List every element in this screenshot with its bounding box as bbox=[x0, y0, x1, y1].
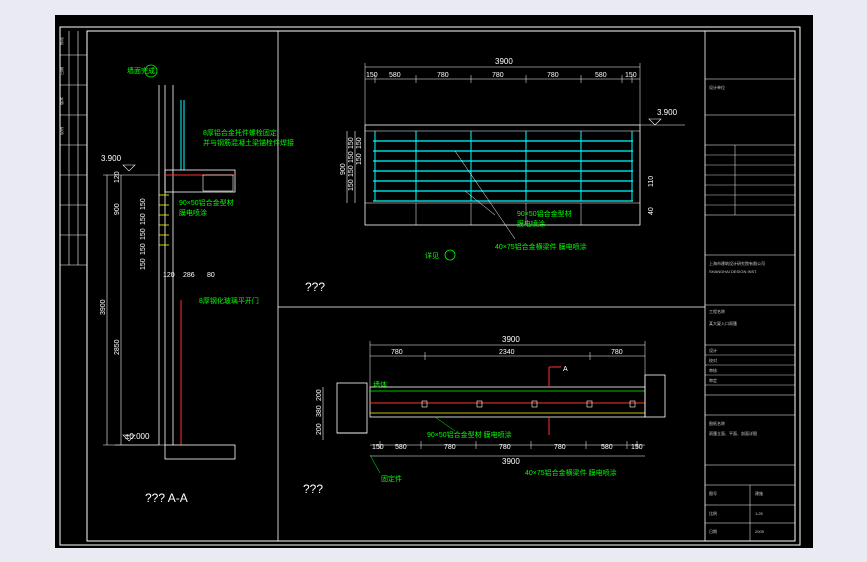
plan-cut-mark: A bbox=[563, 366, 568, 373]
plan-dim-bottom-6: 150 bbox=[631, 444, 643, 451]
elev-dim-top-5: 580 bbox=[595, 72, 607, 79]
tb-row-13: 日期 bbox=[709, 528, 717, 534]
section-note-3: 膜电喷涂 bbox=[179, 208, 207, 217]
tb-row-9: 审核 bbox=[709, 367, 717, 373]
elevation-note-0: 90×50铝合金型材 bbox=[517, 209, 572, 218]
tb-row-6: 雨篷立面、平面、剖面详图 bbox=[709, 430, 757, 436]
section-dim-7: 150 bbox=[140, 243, 147, 255]
strip-label-2: 版本 bbox=[58, 97, 64, 105]
plan-dim-bottom-5: 580 bbox=[601, 444, 613, 451]
tb-row-7: 设计 bbox=[709, 347, 717, 353]
strip-label-1: 日期 bbox=[58, 67, 64, 75]
tb-row-3: 工程名称 bbox=[709, 308, 725, 314]
elev-dim-top-4: 780 bbox=[547, 72, 559, 79]
section-view[interactable]: 3.900 ±0.000 3900 2850 900 120 150 150 1… bbox=[100, 64, 294, 505]
cad-drawing-canvas[interactable]: 修改 日期 版本 说明 3.900 ±0.000 3900 2850 900 1… bbox=[55, 15, 813, 548]
plan-note-2: 墙体 bbox=[373, 380, 387, 389]
section-level-bottom: ±0.000 bbox=[125, 432, 150, 441]
section-dim-bottom-1: 286 bbox=[183, 272, 195, 279]
title-block: 设计单位 上海市建筑设计研究院有限公司 SHANGHAI DESIGN INST… bbox=[704, 30, 796, 542]
tb-value-0: 建施 bbox=[755, 490, 763, 496]
elev-dim-left-5: 150 bbox=[356, 137, 363, 149]
tb-value-1: 1:25 bbox=[755, 511, 764, 516]
plan-dim-top-0: 780 bbox=[391, 349, 403, 356]
plan-dim-top-2: 780 bbox=[611, 349, 623, 356]
elevation-title: ??? bbox=[305, 280, 325, 294]
elevation-note-1: 膜电喷涂 bbox=[517, 219, 545, 228]
section-dim-bottom-2: 80 bbox=[207, 272, 215, 279]
tb-row-4: 某大厦入口雨篷 bbox=[709, 320, 737, 326]
plan-dim-bottom-3: 780 bbox=[499, 444, 511, 451]
elev-dim-top-2: 780 bbox=[437, 72, 449, 79]
elev-dim-right-1: 40 bbox=[648, 207, 655, 215]
plan-dim-bottom-1: 580 bbox=[395, 444, 407, 451]
tb-row-5: 图纸名称 bbox=[709, 420, 725, 426]
section-note-1: 并与钢筋混凝土梁锚栓件焊接 bbox=[203, 138, 294, 147]
plan-note-3: 固定件 bbox=[381, 474, 402, 483]
outer-frame bbox=[59, 26, 801, 546]
elevation-note-2: 40×75铝合金横梁件 膜电喷涂 bbox=[495, 242, 587, 251]
tb-row-0: 设计单位 bbox=[709, 84, 725, 90]
strip-label-0: 修改 bbox=[58, 37, 64, 45]
drawing-sheet: 修改 日期 版本 说明 3.900 ±0.000 3900 2850 900 1… bbox=[55, 15, 813, 548]
tb-value-2: 2009 bbox=[755, 529, 765, 534]
section-dim-6: 150 bbox=[140, 228, 147, 240]
plan-total-bottom: 3900 bbox=[502, 457, 520, 466]
section-title: ??? A-A bbox=[145, 491, 188, 505]
section-dim-8: 150 bbox=[140, 258, 147, 270]
elev-dim-right-0: 110 bbox=[648, 176, 655, 187]
elevation-total: 3900 bbox=[495, 57, 513, 66]
elev-dim-top-0: 150 bbox=[366, 72, 378, 79]
section-level-top: 3.900 bbox=[101, 154, 122, 163]
elevation-level: 3.900 bbox=[657, 108, 678, 117]
plan-note-0: 90×50铝合金型材 膜电喷涂 bbox=[427, 430, 512, 439]
section-note-0: 8厚铝合金托件螺栓固定 bbox=[203, 128, 277, 137]
elev-dim-left-0: 900 bbox=[340, 163, 347, 175]
plan-note-1: 40×75铝合金横梁件 膜电喷涂 bbox=[525, 468, 617, 477]
section-dim-3: 120 bbox=[114, 171, 121, 183]
section-dim-0: 3900 bbox=[100, 299, 107, 315]
plan-dim-left-1: 380 bbox=[316, 405, 323, 417]
elev-dim-top-3: 780 bbox=[492, 72, 504, 79]
revision-strip: 修改 日期 版本 说明 bbox=[58, 31, 87, 266]
plan-dim-bottom-4: 780 bbox=[554, 444, 566, 451]
elev-dim-left-2: 150 bbox=[348, 151, 355, 163]
section-dim-bottom-0: 120 bbox=[163, 272, 175, 279]
tb-row-11: 图号 bbox=[709, 490, 717, 496]
section-dim-1: 2850 bbox=[114, 339, 121, 355]
elev-dim-top-1: 580 bbox=[389, 72, 401, 79]
plan-dim-bottom-0: 150 bbox=[372, 444, 384, 451]
inner-frame bbox=[86, 30, 796, 542]
elev-dim-left-6: 150 bbox=[356, 153, 363, 165]
plan-dim-left-0: 200 bbox=[316, 389, 323, 401]
tb-row-8: 校对 bbox=[709, 357, 717, 363]
elevation-view[interactable]: 3900 3.900 150 580 780 780 780 580 150 9… bbox=[305, 57, 685, 294]
section-dim-2: 900 bbox=[114, 203, 121, 215]
plan-dim-left-2: 200 bbox=[316, 423, 323, 435]
elev-dim-left-1: 150 bbox=[348, 137, 355, 149]
elev-dim-left-4: 150 bbox=[348, 179, 355, 191]
plan-view[interactable]: 3900 780 2340 780 150 580 780 780 780 58… bbox=[303, 335, 666, 496]
plan-dim-top-1: 2340 bbox=[499, 349, 515, 356]
section-note-5: 墙面完成 bbox=[127, 66, 155, 75]
elev-dim-left-3: 150 bbox=[348, 165, 355, 177]
section-dim-4: 150 bbox=[140, 198, 147, 210]
section-note-2: 90×50铝合金型材 bbox=[179, 198, 234, 207]
section-dim-5: 150 bbox=[140, 213, 147, 225]
plan-title: ??? bbox=[303, 482, 323, 496]
plan-total-top: 3900 bbox=[502, 335, 520, 344]
tb-row-10: 审定 bbox=[709, 377, 717, 383]
tb-row-12: 比例 bbox=[709, 510, 717, 516]
plan-dim-bottom-2: 780 bbox=[444, 444, 456, 451]
elev-dim-top-6: 150 bbox=[625, 72, 637, 79]
strip-label-3: 说明 bbox=[58, 127, 64, 135]
tb-row-2: SHANGHAI DESIGN INST. bbox=[709, 269, 757, 274]
section-note-4: 8厚钢化玻璃平开门 bbox=[199, 296, 259, 305]
tb-row-1: 上海市建筑设计研究院有限公司 bbox=[709, 260, 765, 266]
elevation-note-3: 详见 bbox=[425, 251, 439, 260]
